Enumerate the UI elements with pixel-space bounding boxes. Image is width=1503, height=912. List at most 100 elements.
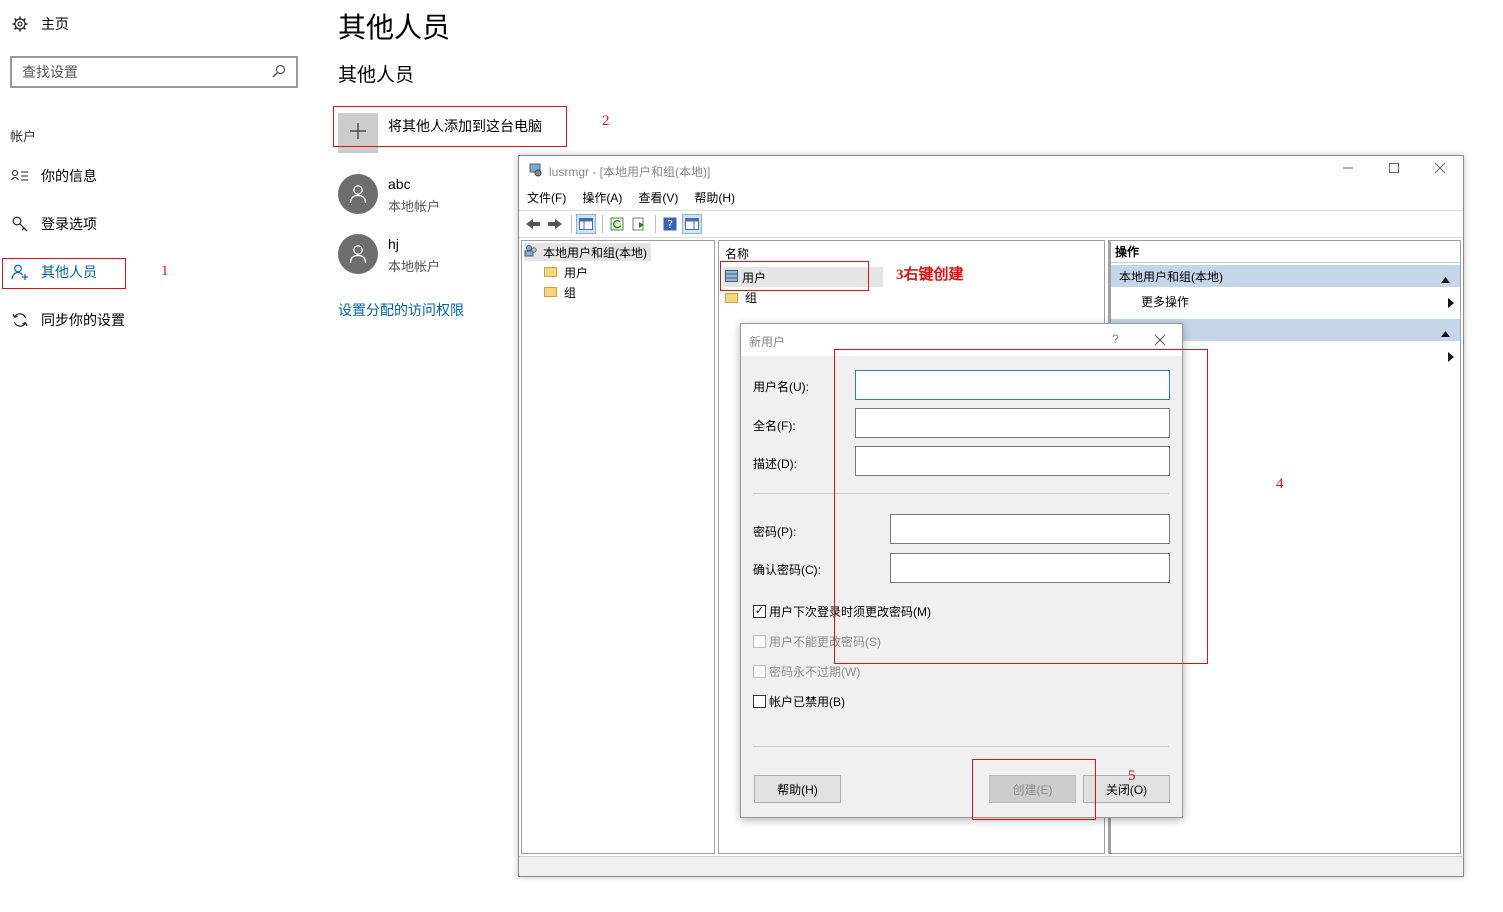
toolbar: ? bbox=[519, 210, 1463, 238]
user-type: 本地帐户 bbox=[388, 259, 441, 274]
minimize-icon[interactable] bbox=[1342, 162, 1354, 177]
checkbox-box bbox=[753, 635, 766, 648]
actions-section-label: 本地用户和组(本地) bbox=[1119, 269, 1223, 284]
tree-root-label: 本地用户和组(本地) bbox=[543, 245, 647, 260]
annotation-2: 2 bbox=[602, 113, 610, 129]
status-bar bbox=[519, 856, 1463, 876]
back-arrow-icon[interactable] bbox=[523, 214, 543, 234]
menu-view[interactable]: 查看(V) bbox=[630, 187, 686, 209]
tree-users-label: 用户 bbox=[564, 265, 589, 280]
help-icon[interactable]: ? bbox=[660, 214, 680, 234]
dialog-help-icon[interactable]: ? bbox=[1112, 332, 1119, 346]
actions-header: 操作 bbox=[1111, 241, 1460, 263]
annotation-box-5 bbox=[972, 759, 1096, 820]
account-disabled-checkbox[interactable]: 帐户已禁用(B) bbox=[753, 693, 845, 710]
show-hide-tree-icon[interactable] bbox=[576, 214, 596, 234]
annotation-box-1 bbox=[2, 258, 126, 289]
menu-file[interactable]: 文件(F) bbox=[519, 187, 574, 209]
list-item-groups[interactable]: 组 bbox=[725, 289, 757, 306]
menu-help[interactable]: 帮助(H) bbox=[686, 187, 743, 209]
toolbar-separator bbox=[602, 215, 603, 233]
forward-arrow-icon[interactable] bbox=[545, 214, 565, 234]
export-list-icon[interactable] bbox=[629, 214, 649, 234]
search-icon bbox=[272, 64, 286, 81]
contact-card-icon bbox=[10, 166, 30, 186]
page-title: 其他人员 bbox=[338, 12, 451, 43]
annotation-5: 5 bbox=[1128, 768, 1136, 784]
menu-action[interactable]: 操作(A) bbox=[574, 187, 630, 209]
folder-icon bbox=[725, 292, 738, 303]
help-button[interactable]: 帮助(H) bbox=[754, 775, 841, 803]
show-action-pane-icon[interactable] bbox=[682, 214, 702, 234]
collapse-up-icon bbox=[1441, 326, 1450, 340]
password-never-expires-checkbox[interactable]: 密码永不过期(W) bbox=[753, 663, 860, 680]
submenu-arrow-icon bbox=[1448, 349, 1454, 367]
nav-sync-label: 同步你的设置 bbox=[41, 312, 125, 328]
nav-your-info-label: 你的信息 bbox=[41, 168, 97, 184]
user-name: hj bbox=[388, 236, 399, 252]
gear-icon bbox=[10, 14, 30, 34]
tree-pane: 本地用户和组(本地) 用户 组 bbox=[521, 240, 715, 854]
search-input[interactable]: 查找设置 bbox=[10, 56, 298, 88]
actions-section[interactable]: 本地用户和组(本地) bbox=[1111, 265, 1460, 287]
folder-icon bbox=[544, 267, 557, 277]
user-name: abc bbox=[388, 176, 411, 192]
user-type: 本地帐户 bbox=[388, 199, 441, 214]
column-header-name[interactable]: 名称 bbox=[725, 245, 749, 262]
user-item-abc[interactable] bbox=[338, 174, 378, 214]
toolbar-separator bbox=[655, 215, 656, 233]
assigned-access-link[interactable]: 设置分配的访问权限 bbox=[338, 300, 464, 320]
annotation-box-3 bbox=[720, 261, 869, 291]
nav-sign-in-label: 登录选项 bbox=[41, 216, 97, 232]
checkbox-box bbox=[753, 695, 766, 708]
disabled-label: 帐户已禁用(B) bbox=[769, 695, 845, 709]
annotation-box-4 bbox=[834, 349, 1208, 664]
user-item-hj[interactable] bbox=[338, 234, 378, 274]
computer-management-icon bbox=[529, 163, 543, 180]
checkbox-box bbox=[753, 665, 766, 678]
close-button[interactable]: 关闭(O) bbox=[1083, 775, 1170, 803]
confirm-password-label: 确认密码(C): bbox=[753, 563, 821, 577]
tree-root[interactable]: 本地用户和组(本地) bbox=[524, 243, 651, 261]
password-label: 密码(P): bbox=[753, 525, 797, 539]
window-title: lusrmgr - [本地用户和组(本地)] bbox=[549, 164, 711, 179]
search-placeholder: 查找设置 bbox=[22, 64, 78, 80]
submenu-arrow-icon bbox=[1448, 295, 1454, 313]
key-icon bbox=[10, 214, 30, 234]
divider bbox=[753, 746, 1169, 747]
nav-sign-in-options[interactable]: 登录选项 bbox=[10, 212, 97, 236]
list-item-groups-label: 组 bbox=[745, 291, 758, 305]
close-icon[interactable] bbox=[1434, 162, 1446, 177]
avatar bbox=[338, 174, 378, 214]
fullname-label: 全名(F): bbox=[753, 419, 796, 433]
users-groups-icon bbox=[524, 244, 538, 261]
tree-groups-label: 组 bbox=[564, 285, 577, 300]
section-subtitle: 其他人员 bbox=[338, 65, 415, 86]
menu-bar: 文件(F) 操作(A) 查看(V) 帮助(H) bbox=[519, 187, 743, 209]
nav-home-label: 主页 bbox=[41, 16, 69, 32]
annotation-box-2 bbox=[333, 106, 567, 147]
svg-text:?: ? bbox=[667, 218, 673, 231]
description-label: 描述(D): bbox=[753, 457, 797, 471]
more-actions[interactable]: 更多操作 bbox=[1141, 293, 1189, 310]
folder-icon bbox=[544, 287, 557, 297]
checkmark-icon: ✓ bbox=[753, 605, 766, 618]
nav-home[interactable]: 主页 bbox=[10, 12, 69, 36]
nav-your-info[interactable]: 你的信息 bbox=[10, 164, 97, 188]
annotation-4: 4 bbox=[1276, 476, 1284, 492]
nav-sync-settings[interactable]: 同步你的设置 bbox=[10, 308, 125, 332]
tree-users[interactable]: 用户 bbox=[544, 263, 588, 281]
annotation-3: 3右键创建 bbox=[896, 267, 964, 283]
collapse-up-icon bbox=[1441, 272, 1450, 286]
tree-groups[interactable]: 组 bbox=[544, 283, 576, 301]
avatar bbox=[338, 234, 378, 274]
annotation-1: 1 bbox=[161, 263, 169, 279]
username-label: 用户名(U): bbox=[753, 380, 809, 394]
toolbar-separator bbox=[571, 215, 572, 233]
section-label: 帐户 bbox=[10, 129, 37, 144]
dialog-title: 新用户 bbox=[749, 335, 786, 349]
never-expires-label: 密码永不过期(W) bbox=[769, 665, 861, 679]
maximize-icon[interactable] bbox=[1388, 162, 1400, 177]
refresh-icon[interactable] bbox=[607, 214, 627, 234]
sync-icon bbox=[10, 310, 30, 330]
